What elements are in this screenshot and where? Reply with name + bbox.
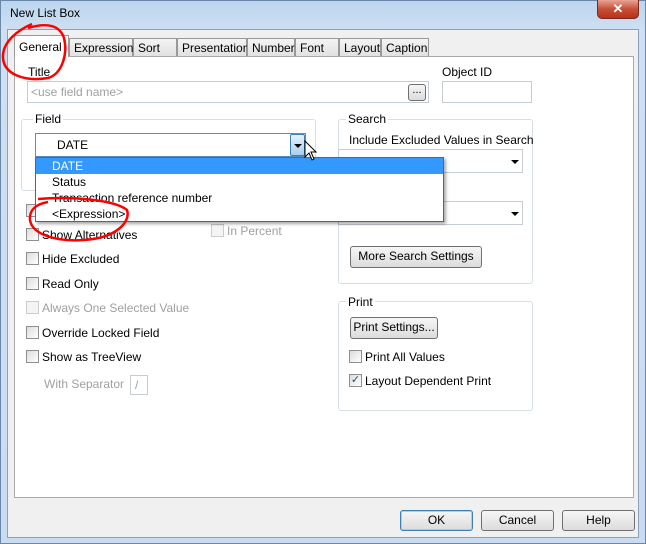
more-search-settings-button[interactable]: More Search Settings xyxy=(350,246,482,268)
tab-general[interactable]: General xyxy=(14,35,69,57)
tab-layout[interactable]: Layout xyxy=(339,38,381,57)
read-only-label: Read Only xyxy=(42,277,99,291)
mouse-cursor-icon xyxy=(304,140,318,161)
close-icon[interactable]: ✕ xyxy=(597,0,639,19)
print-settings-button[interactable]: Print Settings... xyxy=(350,317,438,339)
separator-input[interactable]: / xyxy=(130,375,148,395)
layout-dependent-print-label: Layout Dependent Print xyxy=(365,374,492,388)
chevron-down-icon xyxy=(294,144,302,148)
title-browse-button[interactable]: ... xyxy=(408,84,426,101)
field-dropdown-button[interactable] xyxy=(290,134,305,156)
ok-button[interactable]: OK xyxy=(400,510,473,531)
window-title: New List Box xyxy=(10,6,81,20)
cancel-button[interactable]: Cancel xyxy=(481,510,554,531)
tab-sort[interactable]: Sort xyxy=(133,38,177,57)
tab-caption[interactable]: Caption xyxy=(381,38,429,57)
tab-font[interactable]: Font xyxy=(295,38,339,57)
field-dropdown-list: DATE Status Transaction reference number… xyxy=(35,157,444,222)
tab-number[interactable]: Number xyxy=(247,38,295,57)
field-option-expression[interactable]: <Expression> xyxy=(36,206,443,222)
field-combobox-value: DATE xyxy=(57,138,89,152)
in-percent-checkbox[interactable] xyxy=(211,224,224,237)
always-one-selected-checkbox[interactable] xyxy=(26,301,39,314)
read-only-checkbox[interactable] xyxy=(26,277,39,290)
override-locked-checkbox[interactable] xyxy=(26,326,39,339)
override-locked-label: Override Locked Field xyxy=(42,326,160,340)
show-treeview-checkbox[interactable] xyxy=(26,350,39,363)
object-id-label: Object ID xyxy=(442,65,493,79)
show-alternatives-label: Show Alternatives xyxy=(42,228,138,242)
field-group-label: Field xyxy=(33,112,64,126)
print-all-values-checkbox[interactable] xyxy=(349,350,362,363)
chevron-down-icon xyxy=(511,160,519,164)
tab-expressions[interactable]: Expressions xyxy=(69,38,139,57)
show-alternatives-checkbox[interactable] xyxy=(26,228,39,241)
field-option-date[interactable]: DATE xyxy=(36,158,443,174)
include-excluded-label: Include Excluded Values in Search xyxy=(349,133,534,147)
separator-label: With Separator xyxy=(44,377,125,391)
always-one-selected-label: Always One Selected Value xyxy=(42,301,190,315)
hide-excluded-label: Hide Excluded xyxy=(42,252,120,266)
tab-presentation[interactable]: Presentation xyxy=(177,38,249,57)
help-button[interactable]: Help xyxy=(562,510,635,531)
object-id-input[interactable] xyxy=(442,81,532,103)
title-input[interactable]: <use field name> xyxy=(27,81,429,103)
title-label: Title xyxy=(28,65,51,79)
print-group-label: Print xyxy=(346,295,375,309)
field-option-status[interactable]: Status xyxy=(36,174,443,190)
print-all-values-label: Print All Values xyxy=(365,350,445,364)
search-group-label: Search xyxy=(346,112,389,126)
chevron-down-icon xyxy=(511,212,519,216)
hide-excluded-checkbox[interactable] xyxy=(26,252,39,265)
field-option-transaction-reference[interactable]: Transaction reference number xyxy=(36,190,443,206)
field-combobox[interactable]: DATE xyxy=(35,133,306,157)
layout-dependent-print-checkbox[interactable]: ✓ xyxy=(349,374,362,387)
show-treeview-label: Show as TreeView xyxy=(42,350,142,364)
in-percent-label: In Percent xyxy=(227,224,282,238)
